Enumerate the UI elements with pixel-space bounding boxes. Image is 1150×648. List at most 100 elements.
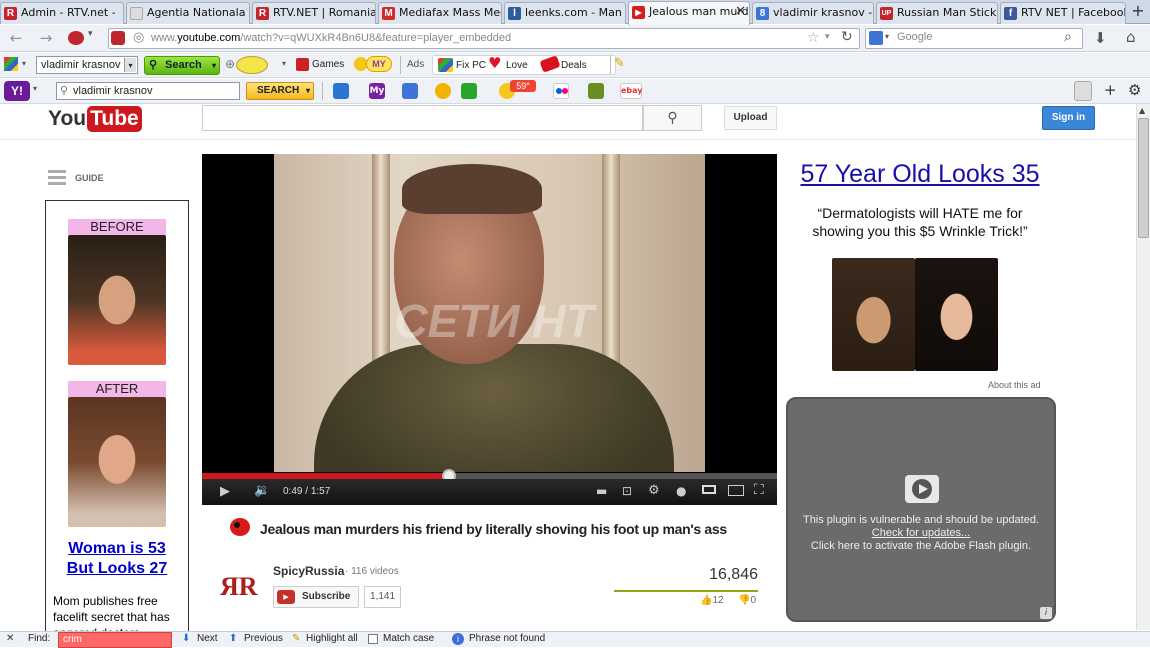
video-player[interactable]: СЕТИ НТ ▶ 🔉 0:49 / 1:57 ▬ ⊡ ⚙ ● ⛶ — [202, 154, 777, 505]
identity-icon[interactable]: ◎ — [133, 30, 144, 45]
dislike-button[interactable]: 👎0 — [738, 595, 756, 606]
plugin-activate-text[interactable]: Click here to activate the Adobe Flash p… — [788, 540, 1054, 553]
like-button[interactable]: 👍12 — [700, 595, 724, 606]
chevron-down-icon[interactable]: ▾ — [22, 59, 26, 68]
addon-bug-icon[interactable] — [68, 31, 84, 45]
news-icon[interactable] — [402, 83, 418, 99]
url-bar[interactable]: ◎ www.youtube.com/watch?v=qWUXkR4Bn6U8&f… — [108, 28, 860, 49]
volume-icon[interactable]: 🔉 — [254, 483, 270, 498]
info-icon[interactable]: ● — [676, 484, 686, 498]
yahoo-search-button[interactable]: SEARCH ▾ — [246, 82, 314, 100]
find-previous-button[interactable]: Previous — [244, 632, 283, 646]
my-yahoo-icon[interactable]: My — [369, 83, 385, 99]
smiley-logo-icon[interactable] — [236, 56, 268, 74]
tab-russian-man[interactable]: UP Russian Man Sticks F... — [876, 2, 998, 24]
ebay-icon[interactable]: ebay — [620, 83, 643, 99]
toolbar-menu-icon[interactable] — [1074, 81, 1092, 101]
fullscreen-icon[interactable]: ⛶ — [754, 482, 764, 498]
history-dropdown-icon[interactable]: ▾ — [825, 32, 830, 42]
bookmark-star-icon[interactable]: ☆ — [807, 30, 820, 46]
apps-grid-icon[interactable] — [4, 57, 18, 71]
yahoo-logo-icon[interactable]: Y! — [4, 81, 30, 101]
captions-icon[interactable]: ▬ — [596, 484, 607, 498]
about-this-ad[interactable]: About this ad — [988, 380, 1041, 390]
love-button[interactable]: Love — [506, 58, 528, 74]
check-updates-link[interactable]: Check for updates... — [788, 527, 1054, 540]
match-case-checkbox[interactable] — [368, 634, 378, 644]
guide-menu-icon[interactable] — [48, 170, 66, 186]
finance-icon[interactable] — [588, 83, 604, 99]
forward-arrow-icon[interactable]: → — [36, 28, 56, 48]
google-engine-icon[interactable] — [869, 31, 883, 45]
search-bar[interactable]: ▾ Google ⌕ — [865, 28, 1083, 49]
channel-avatar[interactable]: ЯR — [220, 572, 258, 602]
toolbar-pin-icon[interactable]: ⊕ — [225, 57, 235, 71]
dropdown-arrow-icon[interactable]: ▾ — [124, 58, 136, 72]
chevron-down-icon[interactable]: ▾ — [88, 29, 93, 39]
channel-name[interactable]: SpicyRussia — [273, 564, 344, 578]
deals-button[interactable]: Deals — [561, 58, 587, 74]
guide-label[interactable]: GUIDE — [75, 173, 104, 183]
match-case-label: Match case — [383, 633, 435, 644]
tab-mediafax[interactable]: M Mediafax Mass Media... — [378, 2, 502, 24]
settings-gear-icon[interactable]: ⚙ — [648, 483, 660, 498]
play-icon[interactable]: ▶ — [220, 484, 230, 499]
games-icon[interactable] — [461, 83, 477, 99]
subscribe-button[interactable]: ▶ Subscribe — [273, 586, 359, 608]
scroll-thumb[interactable] — [1138, 118, 1149, 238]
video-count[interactable]: · 116 videos — [345, 566, 399, 577]
right-ad-headline[interactable]: 57 Year Old Looks 35 — [787, 160, 1053, 189]
scroll-up-arrow-icon[interactable]: ▲ — [1139, 106, 1145, 115]
small-player-icon[interactable] — [702, 485, 716, 494]
download-icon[interactable]: ⬇ — [1094, 29, 1107, 47]
flash-plugin-box[interactable]: This plugin is vulnerable and should be … — [786, 397, 1056, 622]
tab-vladimir-krasnov[interactable]: 8 vladimir krasnov - Că... — [752, 2, 874, 24]
games-button[interactable]: Games — [312, 57, 344, 73]
left-ad[interactable]: BEFORE AFTER Woman is 53 But Looks 27 Mo… — [45, 200, 189, 640]
youtube-search-input[interactable] — [202, 105, 643, 131]
left-ad-headline[interactable]: Woman is 53 But Looks 27 — [46, 539, 188, 579]
right-ad-photo[interactable] — [832, 258, 998, 371]
tab-jealous-man[interactable]: ▶ Jealous man murd... ✕ — [628, 1, 750, 25]
toolbar-search-input[interactable]: vladimir krasnov ▾ — [36, 56, 138, 74]
large-player-icon[interactable] — [728, 485, 744, 496]
engine-chevron-icon[interactable]: ▾ — [885, 32, 889, 41]
tab-facebook[interactable]: f RTV NET | Facebook — [1000, 2, 1126, 24]
gear-icon[interactable]: ⚙ — [1128, 81, 1141, 99]
close-find-icon[interactable]: ✕ — [6, 632, 14, 646]
flickr-icon[interactable] — [553, 83, 569, 99]
answers-icon[interactable] — [435, 83, 451, 99]
find-next-button[interactable]: Next — [197, 632, 218, 646]
annotations-icon[interactable]: ⊡ — [622, 484, 632, 498]
my-button[interactable]: MY — [366, 56, 392, 72]
tab-leenks[interactable]: l leenks.com - Man Die... — [504, 2, 626, 24]
highlight-all-button[interactable]: Highlight all — [306, 632, 358, 646]
youtube-logo[interactable]: You Tube — [48, 106, 142, 132]
close-tab-icon[interactable]: ✕ — [735, 2, 746, 22]
tab-agentia[interactable]: Agentia Nationala de ... — [126, 2, 250, 24]
find-input[interactable]: crim — [58, 632, 172, 648]
fixpc-button[interactable]: Fix PC — [456, 58, 486, 74]
tab-rtv-romania[interactable]: R RTV.NET | Romania T... — [252, 2, 376, 24]
pencil-icon[interactable]: ✎ — [614, 56, 625, 71]
upload-button[interactable]: Upload — [724, 106, 777, 130]
toolbar-search-button[interactable]: ⚲ Search ▾ — [144, 56, 220, 75]
search-magnifier-icon[interactable]: ⌕ — [1064, 29, 1072, 45]
tab-admin-rtv[interactable]: R Admin - RTV.net - — [0, 2, 124, 24]
mail-icon[interactable] — [333, 83, 349, 99]
new-tab-button[interactable]: + — [1129, 2, 1147, 22]
info-icon[interactable]: i — [1040, 607, 1052, 619]
chevron-down-icon[interactable]: ▾ — [33, 84, 37, 93]
sign-in-button[interactable]: Sign in — [1042, 106, 1095, 130]
home-icon[interactable]: ⌂ — [1126, 28, 1136, 46]
chevron-down-icon[interactable]: ▾ — [282, 59, 286, 68]
youtube-search-button[interactable]: ⚲ — [643, 105, 702, 131]
back-arrow-icon[interactable]: ← — [6, 28, 26, 48]
reload-icon[interactable]: ↻ — [841, 29, 853, 45]
man-jacket — [314, 344, 674, 472]
url-text[interactable]: www.youtube.com/watch?v=qWUXkR4Bn6U8&fea… — [151, 29, 511, 48]
page-scrollbar[interactable]: ▲ — [1136, 104, 1150, 630]
yahoo-search-input[interactable]: ⚲ vladimir krasnov — [56, 82, 240, 100]
plugin-play-icon[interactable] — [905, 475, 939, 503]
add-icon[interactable]: + — [1104, 81, 1117, 99]
